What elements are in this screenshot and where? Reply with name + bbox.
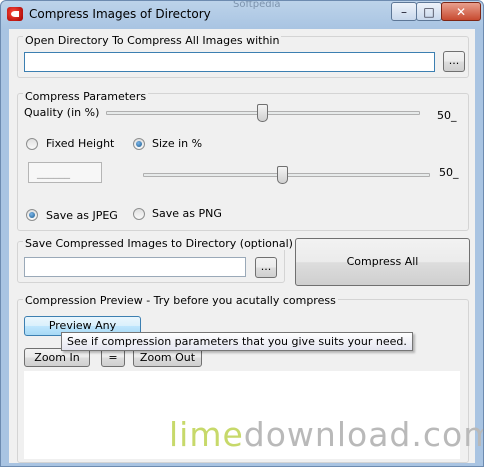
open-directory-input[interactable] — [24, 52, 435, 72]
minimize-icon: – — [401, 5, 407, 19]
save-png-radio[interactable] — [133, 208, 145, 220]
maximize-button[interactable]: □ — [416, 2, 442, 21]
open-directory-label: Open Directory To Compress All Images wi… — [23, 34, 282, 47]
save-jpeg-radio[interactable] — [26, 209, 38, 221]
save-directory-input[interactable] — [24, 257, 246, 277]
watermark: limedownload.com — [169, 415, 484, 454]
quality-slider-thumb[interactable] — [257, 104, 268, 122]
window-title: Compress Images of Directory — [29, 7, 211, 21]
preview-group-label: Compression Preview - Try before you acu… — [23, 294, 338, 307]
fixed-height-radio[interactable] — [26, 138, 38, 150]
quality-value[interactable]: 50_ — [437, 109, 457, 122]
watermark-part2: download.com — [243, 415, 484, 454]
compress-all-button[interactable]: Compress All — [295, 238, 470, 286]
fixed-height-placeholder: ______ — [37, 166, 70, 179]
app-window: Softpedia Compress Images of Directory –… — [0, 0, 484, 467]
minimize-button[interactable]: – — [391, 2, 417, 21]
close-button[interactable]: ✕ — [441, 2, 481, 21]
background-window-title: Softpedia — [233, 0, 281, 10]
fixed-height-label: Fixed Height — [46, 137, 115, 150]
save-directory-browse-button[interactable]: ... — [255, 257, 277, 278]
size-percent-radio[interactable] — [133, 138, 145, 150]
size-percent-label: Size in % — [152, 137, 203, 150]
size-value[interactable]: 50_ — [439, 166, 459, 179]
watermark-part1: lime — [169, 415, 244, 454]
size-slider-thumb[interactable] — [277, 166, 288, 184]
title-bar[interactable]: Softpedia Compress Images of Directory –… — [1, 0, 483, 29]
close-icon: ✕ — [455, 5, 467, 19]
open-directory-browse-button[interactable]: ... — [443, 51, 465, 72]
maximize-icon: □ — [423, 5, 435, 19]
save-png-label: Save as PNG — [152, 207, 222, 220]
fixed-height-input: ______ — [28, 162, 102, 183]
save-jpeg-label: Save as JPEG — [46, 209, 118, 222]
save-directory-label: Save Compressed Images to Directory (opt… — [23, 237, 295, 250]
quality-label: Quality (in %) — [24, 106, 100, 119]
app-logo-icon — [7, 7, 23, 21]
compress-parameters-label: Compress Parameters — [23, 90, 149, 103]
preview-tooltip: See if compression parameters that you g… — [61, 332, 413, 351]
client-area: Open Directory To Compress All Images wi… — [9, 29, 475, 463]
